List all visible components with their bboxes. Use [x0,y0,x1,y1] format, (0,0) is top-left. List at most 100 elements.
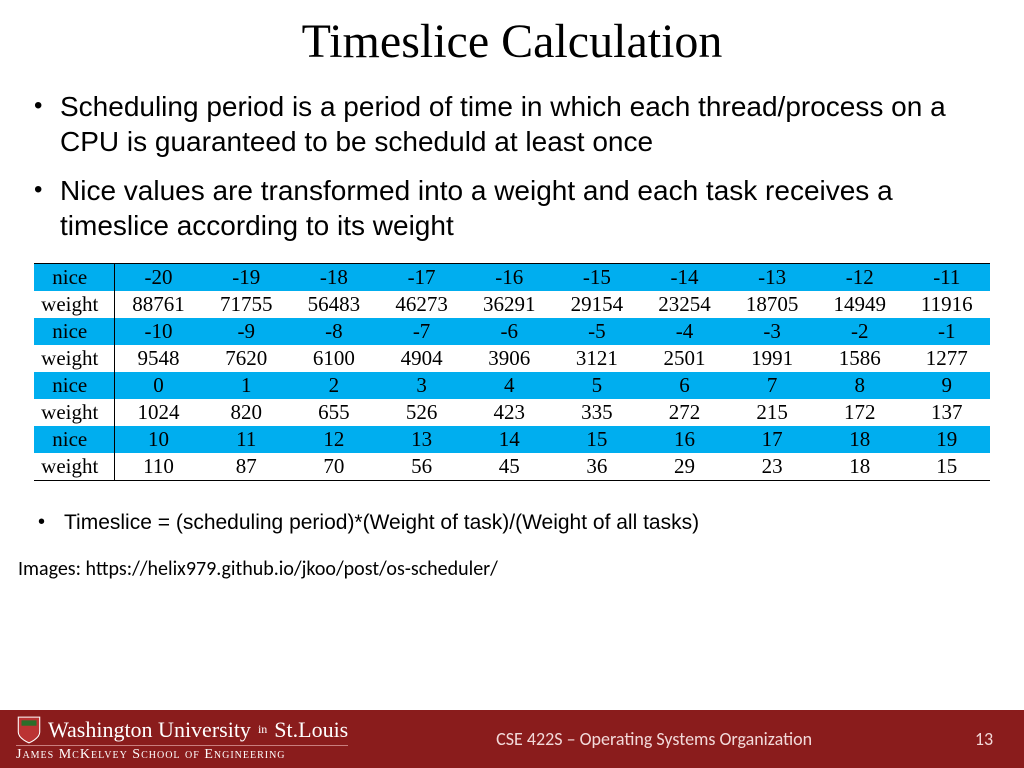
row-label-weight: weight [34,291,114,318]
cell: -1 [904,318,990,345]
cell: 2 [290,372,378,399]
cell: -5 [553,318,641,345]
cell: 272 [641,399,729,426]
row-label-weight: weight [34,453,114,481]
image-credit: Images: https://helix979.github.io/jkoo/… [0,535,1024,581]
row-label-nice: nice [34,318,114,345]
table-row: nice 0123456789 [34,372,990,399]
cell: 820 [202,399,290,426]
row-label-nice: nice [34,426,114,453]
cell: -2 [816,318,904,345]
cell: -13 [728,264,816,292]
row-label-weight: weight [34,399,114,426]
cell: -17 [378,264,466,292]
cell: -6 [465,318,553,345]
formula-text: Timeslice = (scheduling period)*(Weight … [0,493,1024,535]
table-row: nice -20-19-18-17-16-15-14-13-12-11 [34,264,990,292]
cell: -15 [553,264,641,292]
cell: 1586 [816,345,904,372]
cell: 14949 [816,291,904,318]
cell: -18 [290,264,378,292]
weight-table: nice -20-19-18-17-16-15-14-13-12-11 weig… [34,263,990,481]
footer-logo: Washington University in St.Louis James … [0,710,364,768]
cell: 46273 [378,291,466,318]
row-label-nice: nice [34,264,114,292]
cell: 16 [641,426,729,453]
cell: 215 [728,399,816,426]
cell: 18 [816,426,904,453]
cell: 23 [728,453,816,481]
cell: 1991 [728,345,816,372]
cell: 9 [904,372,990,399]
cell: 10 [114,426,202,453]
cell: 36291 [465,291,553,318]
cell: 172 [816,399,904,426]
cell: 56483 [290,291,378,318]
bullet-item: Scheduling period is a period of time in… [60,89,990,159]
table-row: weight 887617175556483462733629129154232… [34,291,990,318]
row-label-nice: nice [34,372,114,399]
cell: -10 [114,318,202,345]
cell: -20 [114,264,202,292]
cell: 423 [465,399,553,426]
bullet-item: Nice values are transformed into a weigh… [60,173,990,243]
cell: 526 [378,399,466,426]
cell: -12 [816,264,904,292]
table-row: nice 10111213141516171819 [34,426,990,453]
cell: 29154 [553,291,641,318]
cell: 1 [202,372,290,399]
weight-table-wrap: nice -20-19-18-17-16-15-14-13-12-11 weig… [0,257,1024,493]
cell: 15 [553,426,641,453]
cell: 18705 [728,291,816,318]
cell: 70 [290,453,378,481]
table-row: weight 954876206100490439063121250119911… [34,345,990,372]
cell: 137 [904,399,990,426]
cell: -8 [290,318,378,345]
page-number: 13 [944,728,1024,750]
slide-title: Timeslice Calculation [0,0,1024,89]
cell: 1024 [114,399,202,426]
cell: 45 [465,453,553,481]
cell: 5 [553,372,641,399]
cell: 6100 [290,345,378,372]
cell: 1277 [904,345,990,372]
cell: 87 [202,453,290,481]
cell: -14 [641,264,729,292]
university-in: in [257,722,268,739]
cell: 3906 [465,345,553,372]
cell: 11916 [904,291,990,318]
slide-footer: Washington University in St.Louis James … [0,710,1024,768]
cell: 7620 [202,345,290,372]
cell: -7 [378,318,466,345]
cell: 71755 [202,291,290,318]
cell: 4904 [378,345,466,372]
cell: 88761 [114,291,202,318]
school-name: James McKelvey School of Engineering [16,745,348,763]
cell: 2501 [641,345,729,372]
cell: 17 [728,426,816,453]
university-name-2: St.Louis [274,717,348,743]
cell: 23254 [641,291,729,318]
cell: 12 [290,426,378,453]
table-row: weight 110877056453629231815 [34,453,990,481]
cell: 6 [641,372,729,399]
cell: 14 [465,426,553,453]
cell: -16 [465,264,553,292]
cell: 335 [553,399,641,426]
cell: -4 [641,318,729,345]
cell: 0 [114,372,202,399]
cell: 15 [904,453,990,481]
table-row: weight 1024820655526423335272215172137 [34,399,990,426]
shield-icon [16,715,42,745]
cell: 4 [465,372,553,399]
cell: 3 [378,372,466,399]
course-label: CSE 422S – Operating Systems Organizatio… [364,728,944,750]
row-label-weight: weight [34,345,114,372]
cell: -19 [202,264,290,292]
table-row: nice -10-9-8-7-6-5-4-3-2-1 [34,318,990,345]
university-name-1: Washington University [48,717,251,743]
cell: 11 [202,426,290,453]
bullet-list: Scheduling period is a period of time in… [0,89,1024,243]
cell: 19 [904,426,990,453]
cell: -9 [202,318,290,345]
